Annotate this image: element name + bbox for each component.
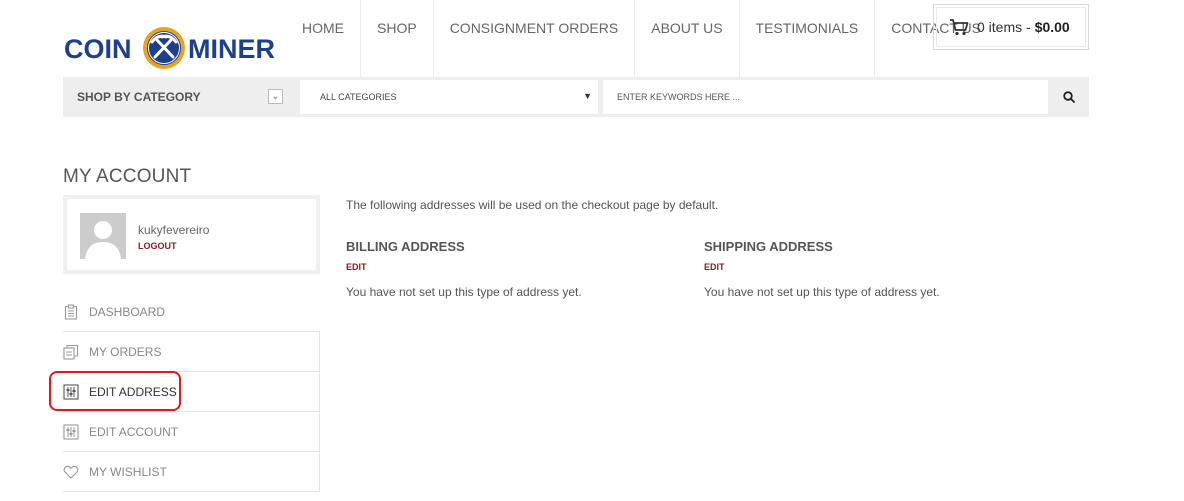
menu-item-edit-address[interactable]: EDIT ADDRESS xyxy=(63,372,320,412)
cart-summary[interactable]: 0 items - $0.00 xyxy=(936,7,1086,47)
billing-empty-text: You have not set up this type of address… xyxy=(346,285,582,299)
menu-item-dashboard[interactable]: DASHBOARD xyxy=(63,292,320,332)
billing-address-section: BILLING ADDRESS EDIT You have not set up… xyxy=(346,239,676,299)
dropdown-arrow-icon: ▼ xyxy=(583,91,592,101)
menu-item-label: MY WISHLIST xyxy=(89,464,167,479)
cart-total: $0.00 xyxy=(1034,19,1070,35)
username: kukyfevereiro xyxy=(138,223,210,237)
sliders-icon xyxy=(63,423,79,440)
shipping-address-section: SHIPPING ADDRESS EDIT You have not set u… xyxy=(704,239,1034,299)
search-placeholder: ENTER KEYWORDS HERE ... xyxy=(617,92,741,102)
main-navigation: HOME SHOP CONSIGNMENT ORDERS ABOUT US TE… xyxy=(286,0,997,78)
user-profile-box: kukyfevereiro LOGOUT xyxy=(63,195,320,274)
nav-item-shop[interactable]: SHOP xyxy=(361,0,434,78)
shipping-address-title: SHIPPING ADDRESS xyxy=(704,239,833,254)
menu-item-label: EDIT ACCOUNT xyxy=(89,424,179,439)
menu-item-label: MY ORDERS xyxy=(89,344,162,359)
search-icon xyxy=(1062,91,1075,103)
shop-by-category-label: SHOP BY CATEGORY xyxy=(77,90,201,104)
category-select[interactable]: ALL CATEGORIES ▼ xyxy=(300,80,598,114)
search-input[interactable]: ENTER KEYWORDS HERE ... xyxy=(603,80,1048,114)
menu-item-label: DASHBOARD xyxy=(89,304,166,319)
site-logo[interactable]: COIN MINER xyxy=(63,16,275,78)
clipboard-icon xyxy=(64,303,78,320)
menu-item-my-orders[interactable]: MY ORDERS xyxy=(63,332,320,372)
billing-address-title: BILLING ADDRESS xyxy=(346,239,465,254)
cart-items-count: 0 items - xyxy=(977,19,1031,35)
shop-by-category[interactable]: SHOP BY CATEGORY ⌄ xyxy=(63,77,295,117)
menu-item-my-wishlist[interactable]: MY WISHLIST xyxy=(63,452,320,492)
category-select-value: ALL CATEGORIES xyxy=(320,92,397,102)
logo-text-coin: COIN xyxy=(64,34,132,64)
nav-item-home[interactable]: HOME xyxy=(286,0,361,78)
account-menu: DASHBOARD MY ORDERS EDIT ADDRESS EDIT AC… xyxy=(63,292,320,492)
nav-item-about-us[interactable]: ABOUT US xyxy=(635,0,740,78)
sliders-icon xyxy=(63,383,79,400)
search-bar: SHOP BY CATEGORY ⌄ ALL CATEGORIES ▼ ENTE… xyxy=(63,77,1089,117)
orders-icon xyxy=(63,344,79,360)
cart-widget[interactable]: 0 items - $0.00 xyxy=(933,4,1089,50)
cart-icon xyxy=(950,19,969,36)
search-button[interactable] xyxy=(1048,77,1089,117)
chevron-down-icon[interactable]: ⌄ xyxy=(268,89,283,104)
menu-item-label: EDIT ADDRESS xyxy=(89,384,177,399)
pickaxe-logo-icon xyxy=(143,27,185,69)
nav-item-consignment-orders[interactable]: CONSIGNMENT ORDERS xyxy=(434,0,636,78)
nav-item-testimonials[interactable]: TESTIMONIALS xyxy=(740,0,876,78)
shipping-empty-text: You have not set up this type of address… xyxy=(704,285,940,299)
shipping-edit-link[interactable]: EDIT xyxy=(704,262,1034,272)
logout-link[interactable]: LOGOUT xyxy=(138,241,177,251)
logo-text-miner: MINER xyxy=(188,34,275,64)
menu-item-edit-account[interactable]: EDIT ACCOUNT xyxy=(63,412,320,452)
billing-edit-link[interactable]: EDIT xyxy=(346,262,676,272)
page-title: MY ACCOUNT xyxy=(63,166,192,187)
avatar xyxy=(80,213,126,259)
heart-icon xyxy=(63,465,79,479)
user-placeholder-icon xyxy=(80,213,126,259)
addresses-intro: The following addresses will be used on … xyxy=(346,198,719,212)
